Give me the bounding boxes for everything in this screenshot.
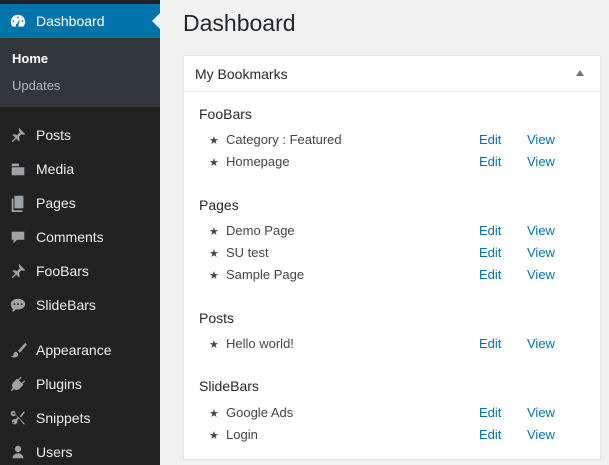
list-item: ★ SU test Edit View <box>209 245 589 265</box>
dashboard-gauge-icon <box>8 11 28 31</box>
edit-link[interactable]: Edit <box>479 132 501 147</box>
user-icon <box>8 442 28 462</box>
list-item: ★ Hello world! Edit View <box>209 336 589 356</box>
pin-icon <box>8 125 28 145</box>
bookmark-name: Category : Featured <box>226 132 342 147</box>
sidebar-item-foobars[interactable]: FooBars <box>0 254 160 288</box>
view-link[interactable]: View <box>527 267 555 282</box>
pin-icon <box>8 261 28 281</box>
pages-icon <box>8 193 28 213</box>
sidebar-item-label: Comments <box>36 229 104 245</box>
sidebar-item-label: Pages <box>36 195 76 211</box>
edit-link[interactable]: Edit <box>479 427 501 442</box>
list-item: ★ Homepage Edit View <box>209 154 589 174</box>
sidebar-item-media[interactable]: Media <box>0 152 160 186</box>
star-icon: ★ <box>209 248 219 260</box>
sidebar-item-label: Media <box>36 161 75 177</box>
widget-header[interactable]: My Bookmarks <box>184 56 600 92</box>
bookmark-name: Homepage <box>226 154 290 169</box>
scissors-icon <box>8 408 28 428</box>
bookmark-name: Hello world! <box>226 336 294 351</box>
sidebar-item-dashboard[interactable]: Dashboard <box>0 4 160 38</box>
view-link[interactable]: View <box>527 154 555 169</box>
collapse-arrow-icon[interactable] <box>576 70 584 76</box>
bookmarks-widget: My Bookmarks FooBars ★ Category : Featur… <box>183 55 601 460</box>
widget-title: My Bookmarks <box>195 66 288 82</box>
sidebar-item-pages[interactable]: Pages <box>0 186 160 220</box>
star-icon: ★ <box>209 135 219 147</box>
page-title: Dashboard <box>183 10 296 36</box>
star-icon: ★ <box>209 157 219 169</box>
bookmark-name: Google Ads <box>226 405 294 420</box>
bookmark-name: Demo Page <box>226 223 295 238</box>
view-link[interactable]: View <box>527 223 555 238</box>
list-item: ★ Login Edit View <box>209 427 589 447</box>
sidebar-item-label: Plugins <box>36 376 82 392</box>
submenu-item-home[interactable]: Home <box>12 51 48 66</box>
sidebar-item-posts[interactable]: Posts <box>0 118 160 152</box>
edit-link[interactable]: Edit <box>479 245 501 260</box>
star-icon: ★ <box>209 226 219 238</box>
list-item: ★ Demo Page Edit View <box>209 223 589 243</box>
sidebar-item-label: Posts <box>36 127 72 143</box>
sidebar-item-label: Dashboard <box>36 13 105 29</box>
group-title: SlideBars <box>199 378 259 394</box>
edit-link[interactable]: Edit <box>479 223 501 238</box>
sidebar-item-snippets[interactable]: Snippets <box>0 401 160 435</box>
view-link[interactable]: View <box>527 405 555 420</box>
sidebar-item-users[interactable]: Users <box>0 435 160 465</box>
submenu-item-updates[interactable]: Updates <box>12 78 60 93</box>
sidebar-item-comments[interactable]: Comments <box>0 220 160 254</box>
sidebar-item-appearance[interactable]: Appearance <box>0 333 160 367</box>
edit-link[interactable]: Edit <box>479 405 501 420</box>
sidebar-item-label: Snippets <box>36 410 91 426</box>
star-icon: ★ <box>209 270 219 282</box>
group-title: Posts <box>199 310 235 326</box>
group-title: FooBars <box>199 106 252 122</box>
view-link[interactable]: View <box>527 427 555 442</box>
star-icon: ★ <box>209 408 219 420</box>
bookmark-name: SU test <box>226 245 269 260</box>
sidebar-item-slidebars[interactable]: SlideBars <box>0 288 160 322</box>
media-icon <box>8 159 28 179</box>
bookmark-name: Sample Page <box>226 267 305 282</box>
comment-icon <box>8 227 28 247</box>
sidebar-item-label: Users <box>36 444 73 460</box>
view-link[interactable]: View <box>527 245 555 260</box>
star-icon: ★ <box>209 430 219 442</box>
edit-link[interactable]: Edit <box>479 154 501 169</box>
sidebar-item-label: SlideBars <box>36 297 96 313</box>
list-item: ★ Sample Page Edit View <box>209 267 589 287</box>
sidebar-item-plugins[interactable]: Plugins <box>0 367 160 401</box>
current-menu-arrow <box>152 13 160 29</box>
list-item: ★ Category : Featured Edit View <box>209 132 589 152</box>
view-link[interactable]: View <box>527 132 555 147</box>
brush-icon <box>8 340 28 360</box>
edit-link[interactable]: Edit <box>479 336 501 351</box>
sidebar-item-label: Appearance <box>36 342 112 358</box>
dashboard-submenu: Home Updates <box>0 38 160 107</box>
star-icon: ★ <box>209 339 219 351</box>
chat-icon <box>8 295 28 315</box>
group-title: Pages <box>199 197 239 213</box>
view-link[interactable]: View <box>527 336 555 351</box>
edit-link[interactable]: Edit <box>479 267 501 282</box>
plug-icon <box>8 374 28 394</box>
bookmark-name: Login <box>226 427 258 442</box>
list-item: ★ Google Ads Edit View <box>209 405 589 425</box>
sidebar-item-label: FooBars <box>36 263 89 279</box>
admin-sidebar: Dashboard Home Updates Posts Media Pages… <box>0 0 160 465</box>
